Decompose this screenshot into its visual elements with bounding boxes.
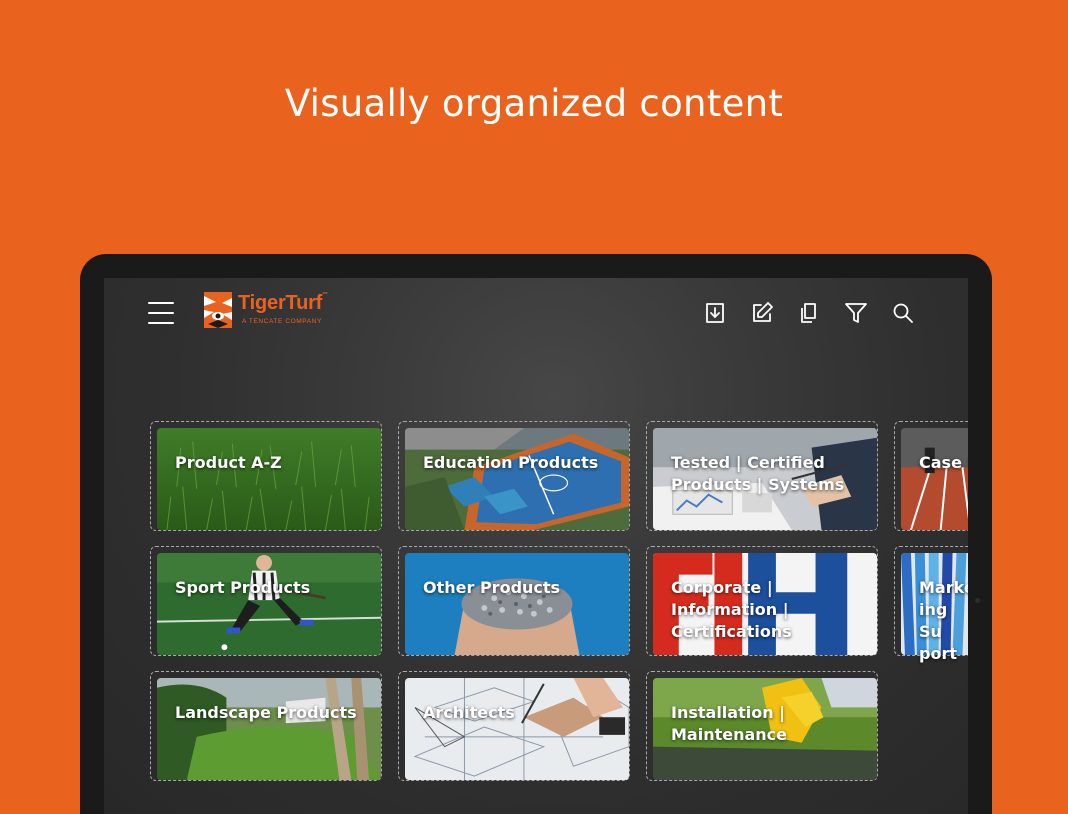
tile-product-a-z[interactable]: Product A-Z: [150, 421, 382, 531]
promo-headline: Visually organized content: [284, 82, 784, 125]
filter-icon[interactable]: [843, 300, 869, 326]
tile-label: Sport Products: [175, 578, 311, 597]
garden-lawn-image: [157, 678, 381, 780]
search-icon[interactable]: [890, 300, 916, 326]
brand-name: TigerTurf™: [238, 292, 328, 314]
tile-education-products[interactable]: Education Products: [398, 421, 630, 531]
tile-case-studies[interactable]: Case Studie: [894, 421, 968, 531]
tiger-logo-icon: [204, 292, 232, 328]
tile-architects[interactable]: Architects: [398, 671, 630, 781]
artificial-grass-image: [157, 428, 381, 530]
tile-label: Other Products: [423, 578, 561, 597]
tile-landscape-products[interactable]: Landscape Products: [150, 671, 382, 781]
tile-label: Marke ing Su port: [919, 578, 968, 663]
tile-label: Tested | Certified Products | Systems: [671, 453, 845, 494]
edit-icon[interactable]: [749, 300, 775, 326]
tile-label: Case Studie: [919, 453, 968, 472]
tile-label: Architects: [423, 703, 515, 722]
tile-label: Product A-Z: [175, 453, 282, 472]
school-sports-court-image: [405, 428, 629, 530]
camera-dot: [975, 598, 980, 603]
tile-tested-certified[interactable]: Tested | Certified Products | Systems: [646, 421, 878, 531]
brand-tagline: A TENCATE COMPANY: [242, 318, 322, 325]
tile-label: Education Products: [423, 453, 599, 472]
tile-marketing-support[interactable]: Marke ing Su port: [894, 546, 968, 663]
tigerturf-logo[interactable]: TigerTurf™ A TENCATE COMPANY: [204, 290, 354, 332]
tile-sport-products[interactable]: Sport Products: [150, 546, 382, 656]
copy-icon[interactable]: [796, 300, 822, 326]
tile-label: Corporate | Information | Certifications: [671, 578, 792, 641]
tile-label: Landscape Products: [175, 703, 357, 722]
field-hockey-image: [157, 553, 381, 655]
tile-label: Installation | Maintenance: [671, 703, 788, 744]
tile-other-products[interactable]: Other Products: [398, 546, 630, 656]
download-icon[interactable]: [702, 300, 728, 326]
tablet-frame: TigerTurf™ A TENCATE COMPANY Product A-Z…: [80, 254, 992, 814]
hamburger-menu-icon[interactable]: [148, 302, 174, 324]
tile-corporate-information[interactable]: Corporate | Information | Certifications: [646, 546, 878, 656]
app-screen: TigerTurf™ A TENCATE COMPANY Product A-Z…: [104, 278, 968, 814]
tile-installation-maintenance[interactable]: Installation | Maintenance: [646, 671, 878, 781]
hands-gravel-image: [405, 553, 629, 655]
app-bar: TigerTurf™ A TENCATE COMPANY: [104, 278, 968, 348]
running-track-image: [901, 428, 968, 530]
architect-drawings-image: [405, 678, 629, 780]
